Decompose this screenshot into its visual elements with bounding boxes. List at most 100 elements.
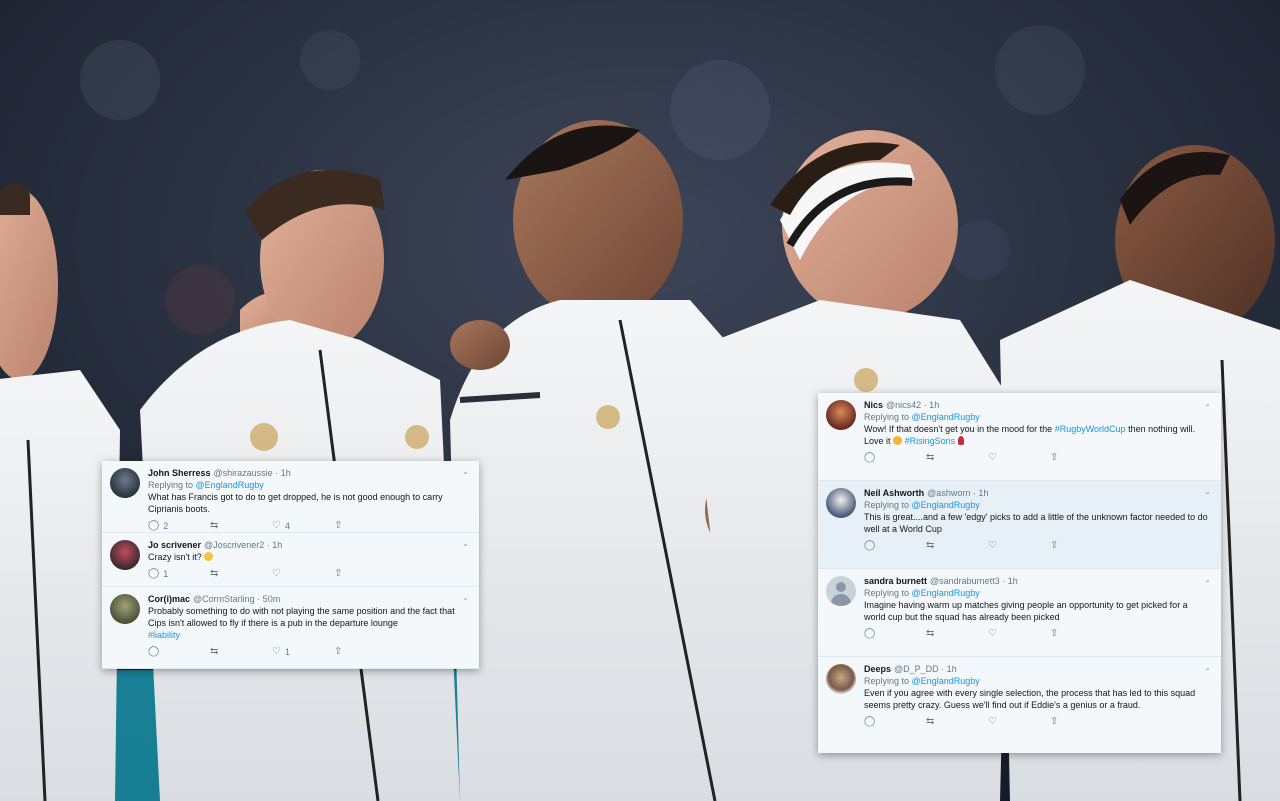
chevron-down-icon[interactable]: ⌄ [1204, 487, 1211, 496]
user-avatar[interactable] [826, 400, 856, 430]
tweet-text-block: Probably something to do with not playin… [148, 605, 469, 641]
retweet-button[interactable]: ⇆ [926, 453, 988, 463]
tweet-neil-ashworth[interactable]: Neil Ashworth @ashworn · 1h ⌄ Replying to… [818, 481, 1221, 569]
retweet-button[interactable]: ⇆ [926, 629, 988, 639]
user-handle[interactable]: @CormStarling [193, 594, 255, 604]
share-button[interactable]: ⇧ [334, 521, 396, 531]
share-icon: ⇧ [1050, 540, 1059, 551]
user-name[interactable]: Nics [864, 400, 883, 410]
chevron-down-icon[interactable]: ⌄ [462, 467, 469, 476]
share-button[interactable]: ⇧ [1050, 629, 1112, 639]
tweet-header: Cor(i)mac @CormStarling · 50m [148, 593, 469, 605]
tweet-time: · 1h [941, 664, 957, 674]
tweet-text: Crazy isn't it? [148, 552, 202, 562]
tweet-time: · 1h [275, 468, 291, 478]
tweet-header: sandra burnett @sandraburnett3 · 1h [864, 575, 1211, 587]
like-button[interactable]: ♡ [988, 541, 1050, 551]
reply-button[interactable]: ◯ [864, 629, 926, 639]
user-handle[interactable]: @Joscrivener2 [204, 540, 264, 550]
chevron-down-icon[interactable]: ⌄ [1204, 575, 1211, 584]
tweet-john-sherress[interactable]: John Sherress @shirazaussie · 1h ⌄ Replyi… [102, 461, 479, 533]
tweet-actions: ◯ 2 ⇆ ♡ 4 ⇧ [148, 520, 469, 532]
retweet-icon: ⇆ [210, 568, 219, 579]
user-handle[interactable]: @shirazaussie [214, 468, 273, 478]
heart-icon: ♡ [272, 520, 281, 531]
user-name[interactable]: John Sherress [148, 468, 211, 478]
hashtag-link[interactable]: #RugbyWorldCup [1055, 424, 1126, 434]
like-button[interactable]: ♡ [988, 717, 1050, 727]
tweet-deeps[interactable]: Deeps @D_P_DD · 1h ⌄ Replying to @England… [818, 657, 1221, 753]
reply-icon: ◯ [148, 646, 160, 657]
user-handle[interactable]: @sandraburnett3 [930, 576, 1000, 586]
reply-button[interactable]: ◯ [864, 541, 926, 551]
chevron-down-icon[interactable]: ⌄ [1204, 399, 1211, 408]
reply-button[interactable]: ◯ [148, 647, 210, 657]
tweet-text: Imagine having warm up matches giving pe… [864, 600, 1188, 622]
tweet-cormac[interactable]: Cor(i)mac @CormStarling · 50m ⌄ Probably … [102, 587, 479, 669]
tweet-actions: ◯ 1 ⇆ ♡ ⇧ [148, 568, 469, 580]
retweet-button[interactable]: ⇆ [926, 541, 988, 551]
user-name[interactable]: Deeps [864, 664, 891, 674]
like-button[interactable]: ♡ [988, 629, 1050, 639]
tweet-jo-scrivener[interactable]: Jo scrivener @Joscrivener2 · 1h ⌄ Crazy i… [102, 533, 479, 587]
user-name[interactable]: Neil Ashworth [864, 488, 924, 498]
rose-emoji-icon [957, 436, 964, 445]
replying-to-label: Replying to [864, 676, 910, 686]
replying-to: Replying to @EnglandRugby [148, 479, 469, 491]
like-button[interactable]: ♡ 1 [272, 647, 334, 658]
like-button[interactable]: ♡ [272, 569, 334, 579]
reply-button[interactable]: ◯ 1 [148, 568, 210, 580]
share-button[interactable]: ⇧ [1050, 541, 1112, 551]
mention-link[interactable]: @EnglandRugby [912, 500, 980, 510]
user-avatar[interactable] [826, 488, 856, 518]
tweet-text-block: Wow! If that doesn't get you in the mood… [864, 423, 1211, 447]
reply-button[interactable]: ◯ [864, 717, 926, 727]
user-avatar[interactable] [826, 664, 856, 694]
share-button[interactable]: ⇧ [334, 569, 396, 579]
tweet-actions: ◯ ⇆ ♡ ⇧ [864, 453, 1211, 463]
retweet-icon: ⇆ [926, 628, 935, 639]
user-name[interactable]: Jo scrivener [148, 540, 201, 550]
user-handle[interactable]: @D_P_DD [894, 664, 939, 674]
user-handle[interactable]: @nics42 [886, 400, 921, 410]
mention-link[interactable]: @EnglandRugby [196, 480, 264, 490]
chevron-down-icon[interactable]: ⌄ [462, 593, 469, 602]
like-button[interactable]: ♡ [988, 453, 1050, 463]
tweet-time: · 1h [1002, 576, 1018, 586]
share-icon: ⇧ [1050, 628, 1059, 639]
like-count: 1 [284, 647, 290, 657]
retweet-icon: ⇆ [210, 646, 219, 657]
chevron-down-icon[interactable]: ⌄ [1204, 663, 1211, 672]
tweet-actions: ◯ ⇆ ♡ ⇧ [864, 541, 1211, 551]
user-name[interactable]: Cor(i)mac [148, 594, 190, 604]
tweet-sandra-burnett[interactable]: sandra burnett @sandraburnett3 · 1h ⌄ Rep… [818, 569, 1221, 657]
share-button[interactable]: ⇧ [1050, 453, 1112, 463]
hashtag-link[interactable]: #RisingSons [905, 436, 956, 446]
retweet-button[interactable]: ⇆ [210, 521, 272, 531]
like-button[interactable]: ♡ 4 [272, 520, 334, 532]
retweet-button[interactable]: ⇆ [210, 647, 272, 657]
user-avatar[interactable] [826, 576, 856, 606]
tweet-nics[interactable]: Nics @nics42 · 1h ⌄ Replying to @EnglandR… [818, 393, 1221, 481]
reply-button[interactable]: ◯ [864, 453, 926, 463]
hashtag-link[interactable]: #liability [148, 630, 180, 640]
share-button[interactable]: ⇧ [1050, 717, 1112, 727]
mention-link[interactable]: @EnglandRugby [912, 676, 980, 686]
right-tweet-panel: Nics @nics42 · 1h ⌄ Replying to @EnglandR… [818, 393, 1221, 753]
reply-button[interactable]: ◯ 2 [148, 521, 210, 532]
chevron-down-icon[interactable]: ⌄ [462, 539, 469, 548]
retweet-button[interactable]: ⇆ [926, 717, 988, 727]
mention-link[interactable]: @EnglandRugby [912, 588, 980, 598]
user-avatar[interactable] [110, 594, 140, 624]
tweet-actions: ◯ ⇆ ♡ ⇧ [864, 629, 1211, 639]
user-name[interactable]: sandra burnett [864, 576, 927, 586]
share-button[interactable]: ⇧ [334, 647, 396, 657]
mention-link[interactable]: @EnglandRugby [912, 412, 980, 422]
retweet-button[interactable]: ⇆ [210, 569, 272, 579]
user-avatar[interactable] [110, 468, 140, 498]
share-icon: ⇧ [1050, 452, 1059, 463]
user-avatar[interactable] [110, 540, 140, 570]
reply-icon: ◯ [148, 568, 160, 579]
tweet-header: Neil Ashworth @ashworn · 1h [864, 487, 1211, 499]
user-handle[interactable]: @ashworn [927, 488, 970, 498]
